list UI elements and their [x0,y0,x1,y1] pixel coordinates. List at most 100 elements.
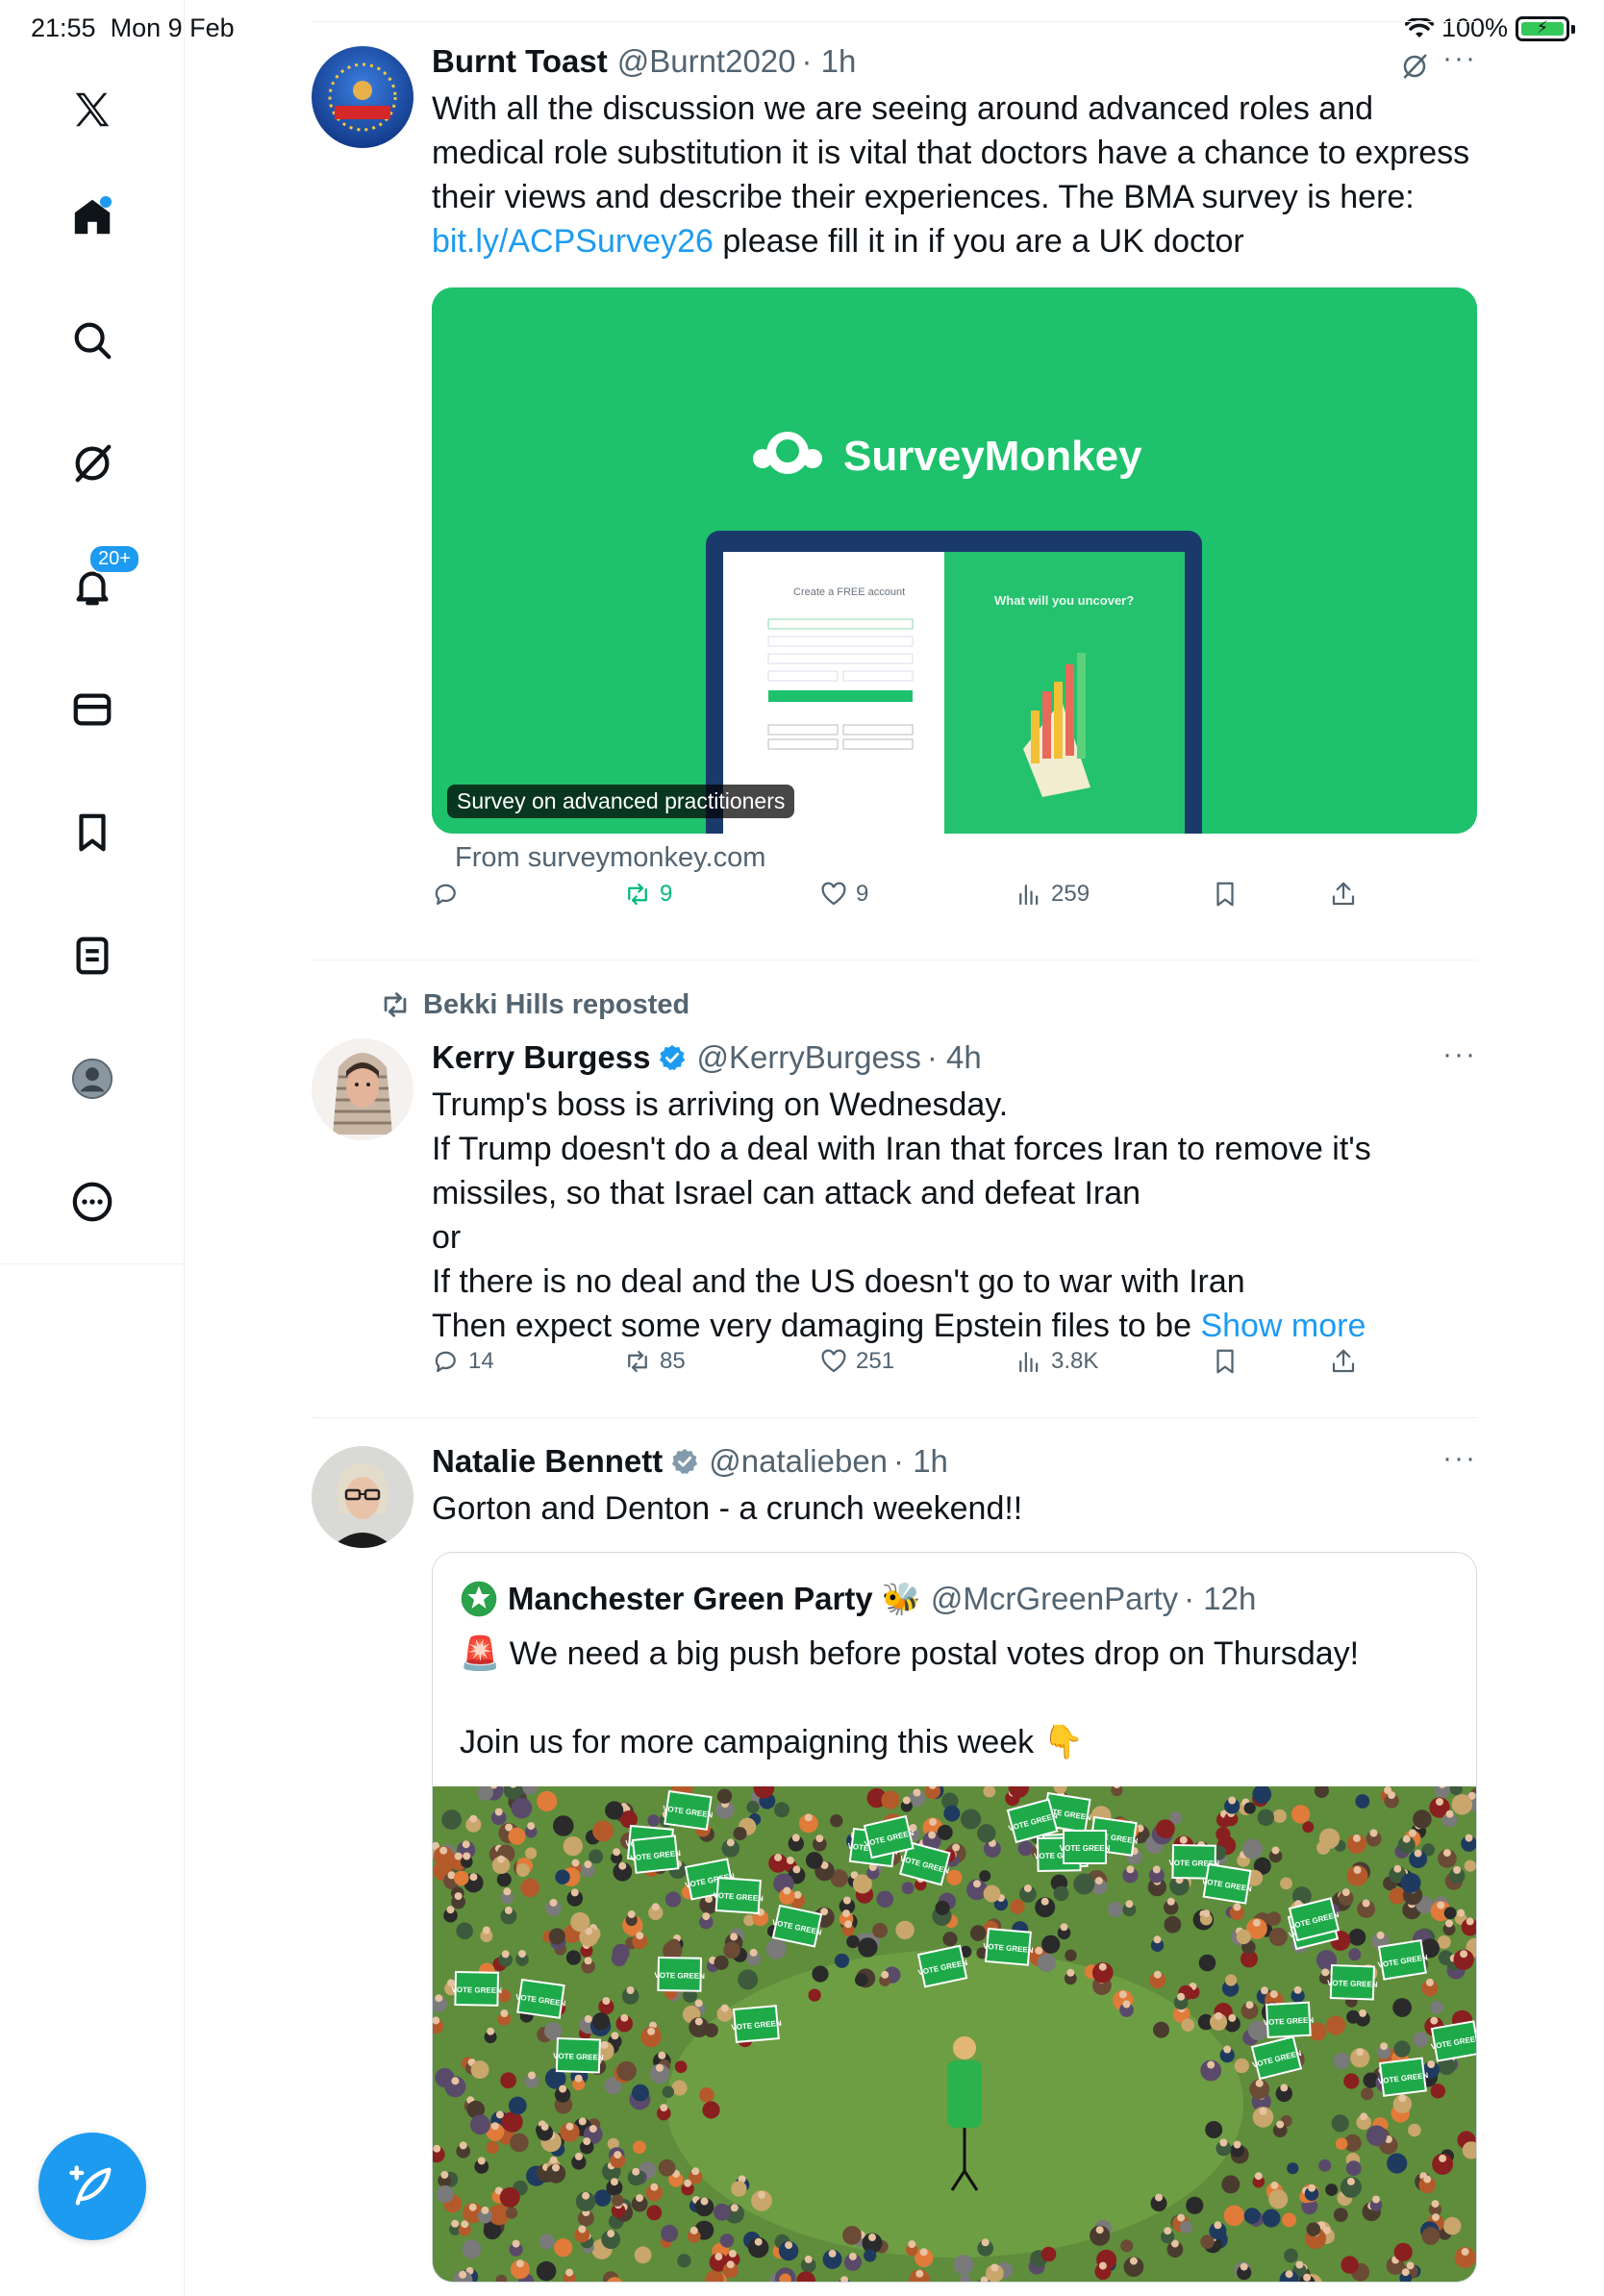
crowd-head [981,2238,990,2247]
crowd-person [462,2239,482,2259]
crowd-head [1362,1899,1370,1908]
x-logo-icon[interactable] [62,79,123,140]
quote-photo[interactable]: VOTE GREEN VOTE GREEN VOTE GREEN VOTE GREEN… [433,1786,1476,2282]
crowd-person [1153,2021,1169,2038]
crowd-head [540,2123,549,2132]
survey-link[interactable]: bit.ly/ACPSurvey26 [432,223,714,260]
quote-time[interactable]: · 12h [1184,1581,1256,1617]
crowd-person [525,1847,538,1859]
crowd-person [716,1788,733,1804]
like-button[interactable]: 9 [819,880,868,909]
views-button[interactable]: 3.8K [1015,1347,1098,1376]
like-button[interactable]: 251 [819,1347,894,1376]
quoted-post[interactable]: Manchester Green Party 🐝 @McrGreenParty … [432,1552,1477,2283]
post-time[interactable]: · 1h [802,42,857,81]
bookmark-button[interactable] [1211,880,1240,909]
crowd-person [1198,1954,1216,1972]
author-name[interactable]: Burnt Toast [432,42,608,81]
more-options-icon[interactable]: ··· [1442,1038,1477,1071]
compose-button[interactable] [38,2133,146,2240]
reply-button[interactable]: 14 [432,1347,494,1376]
crowd-head [714,2253,723,2260]
avatar[interactable] [312,46,414,148]
crowd-person [714,2203,731,2221]
crowd-head [512,2239,520,2248]
lists-icon[interactable] [62,925,123,986]
grok-icon[interactable] [62,433,123,494]
crowd-person [539,2234,555,2250]
share-button[interactable] [1329,880,1358,909]
crowd-head [1457,1909,1466,1917]
author-name[interactable]: Natalie Bennett [432,1442,663,1481]
crowd-person [510,2133,529,2153]
more-options-icon[interactable]: ··· [1442,1442,1477,1475]
crowd-head [848,2252,857,2260]
crowd-head [500,2009,509,2017]
crowd-head [902,1796,911,1805]
crowd-person [1073,1873,1095,1895]
crowd-person [1280,1877,1292,1890]
repost-button[interactable]: 9 [623,880,672,909]
crowd-head [881,1970,890,1979]
reply-button[interactable] [432,880,468,909]
vote-green-sign: VOTE GREEN [515,1978,566,2019]
views-button[interactable]: 259 [1015,880,1090,909]
vote-green-sign-text: VOTE GREEN [654,1971,705,1981]
post-time[interactable]: · 1h [893,1442,948,1481]
crowd-person [612,1943,630,1961]
post-kerry-burgess[interactable]: Bekki Hills reposted Kerry Burgess @Kerr… [312,986,1477,1413]
post-time[interactable]: · 4h [927,1038,982,1077]
crowd-head [451,2077,460,2085]
messages-icon[interactable] [62,679,123,740]
bookmarks-icon[interactable] [62,802,123,863]
post-body: Burnt Toast @Burnt2020 · 1h ··· With all… [432,42,1477,263]
notifications-icon[interactable]: 20+ [62,544,140,617]
post-natalie-bennett[interactable]: Natalie Bennett @natalieben · 1h ··· Gor… [312,1442,1477,2296]
campaign-crowd-photo: VOTE GREENVOTE GREENVOTE GREENVOTE GREEN… [433,1786,1476,2282]
author-handle[interactable]: @natalieben [709,1442,888,1481]
crowd-head [1341,1888,1350,1897]
crowd-person [456,1922,473,1939]
quote-author-name[interactable]: Manchester Green Party 🐝 [508,1581,921,1618]
link-card[interactable]: SurveyMonkey Create a FREE account What … [432,287,1477,834]
views-count: 259 [1051,881,1090,907]
crowd-person [1346,2009,1361,2024]
home-icon[interactable] [62,187,123,248]
crowd-head [1423,2175,1432,2184]
crowd-head [1228,1796,1237,1805]
crowd-head [1215,2011,1223,2020]
post-line: Trump's boss is arriving on Wednesday. [432,1086,1009,1123]
repost-context[interactable]: Bekki Hills reposted [379,988,689,1021]
crowd-head [1095,2226,1104,2234]
author-handle[interactable]: @KerryBurgess [696,1038,920,1077]
crowd-head [1359,2009,1366,2017]
quote-author-handle[interactable]: @McrGreenParty [931,1581,1178,1617]
post-burnt-toast[interactable]: Burnt Toast @Burnt2020 · 1h ··· With all… [312,42,1477,956]
share-button[interactable] [1329,1347,1358,1376]
quote-header: Manchester Green Party 🐝 @McrGreenParty … [460,1580,1256,1618]
crowd-head [1214,2221,1222,2230]
crowd-person [1464,1859,1476,1872]
bookmark-button[interactable] [1211,1347,1240,1376]
grok-explain-icon[interactable] [1400,52,1429,81]
show-more-link[interactable]: Show more [1200,1308,1366,1344]
author-name[interactable]: Kerry Burgess [432,1038,650,1077]
crowd-head [1439,2154,1447,2162]
crowd-head [656,2063,664,2072]
repost-button[interactable]: 85 [623,1347,686,1376]
more-icon[interactable] [62,1171,123,1233]
avatar[interactable] [312,1446,414,1548]
profile-icon[interactable] [62,1048,123,1110]
more-options-icon[interactable]: ··· [1442,42,1477,75]
crowd-person [1343,2073,1360,2089]
crowd-head [1436,1798,1443,1806]
crowd-person [1442,2216,1462,2235]
search-icon[interactable] [62,310,123,371]
crowd-person [592,1820,614,1842]
crowd-head [689,2226,698,2234]
avatar[interactable] [312,1038,414,1140]
link-card-source[interactable]: From surveymonkey.com [455,842,765,874]
author-handle[interactable]: @Burnt2020 [617,42,796,81]
crowd-person [496,1872,512,1887]
like-count: 251 [856,1348,895,1374]
